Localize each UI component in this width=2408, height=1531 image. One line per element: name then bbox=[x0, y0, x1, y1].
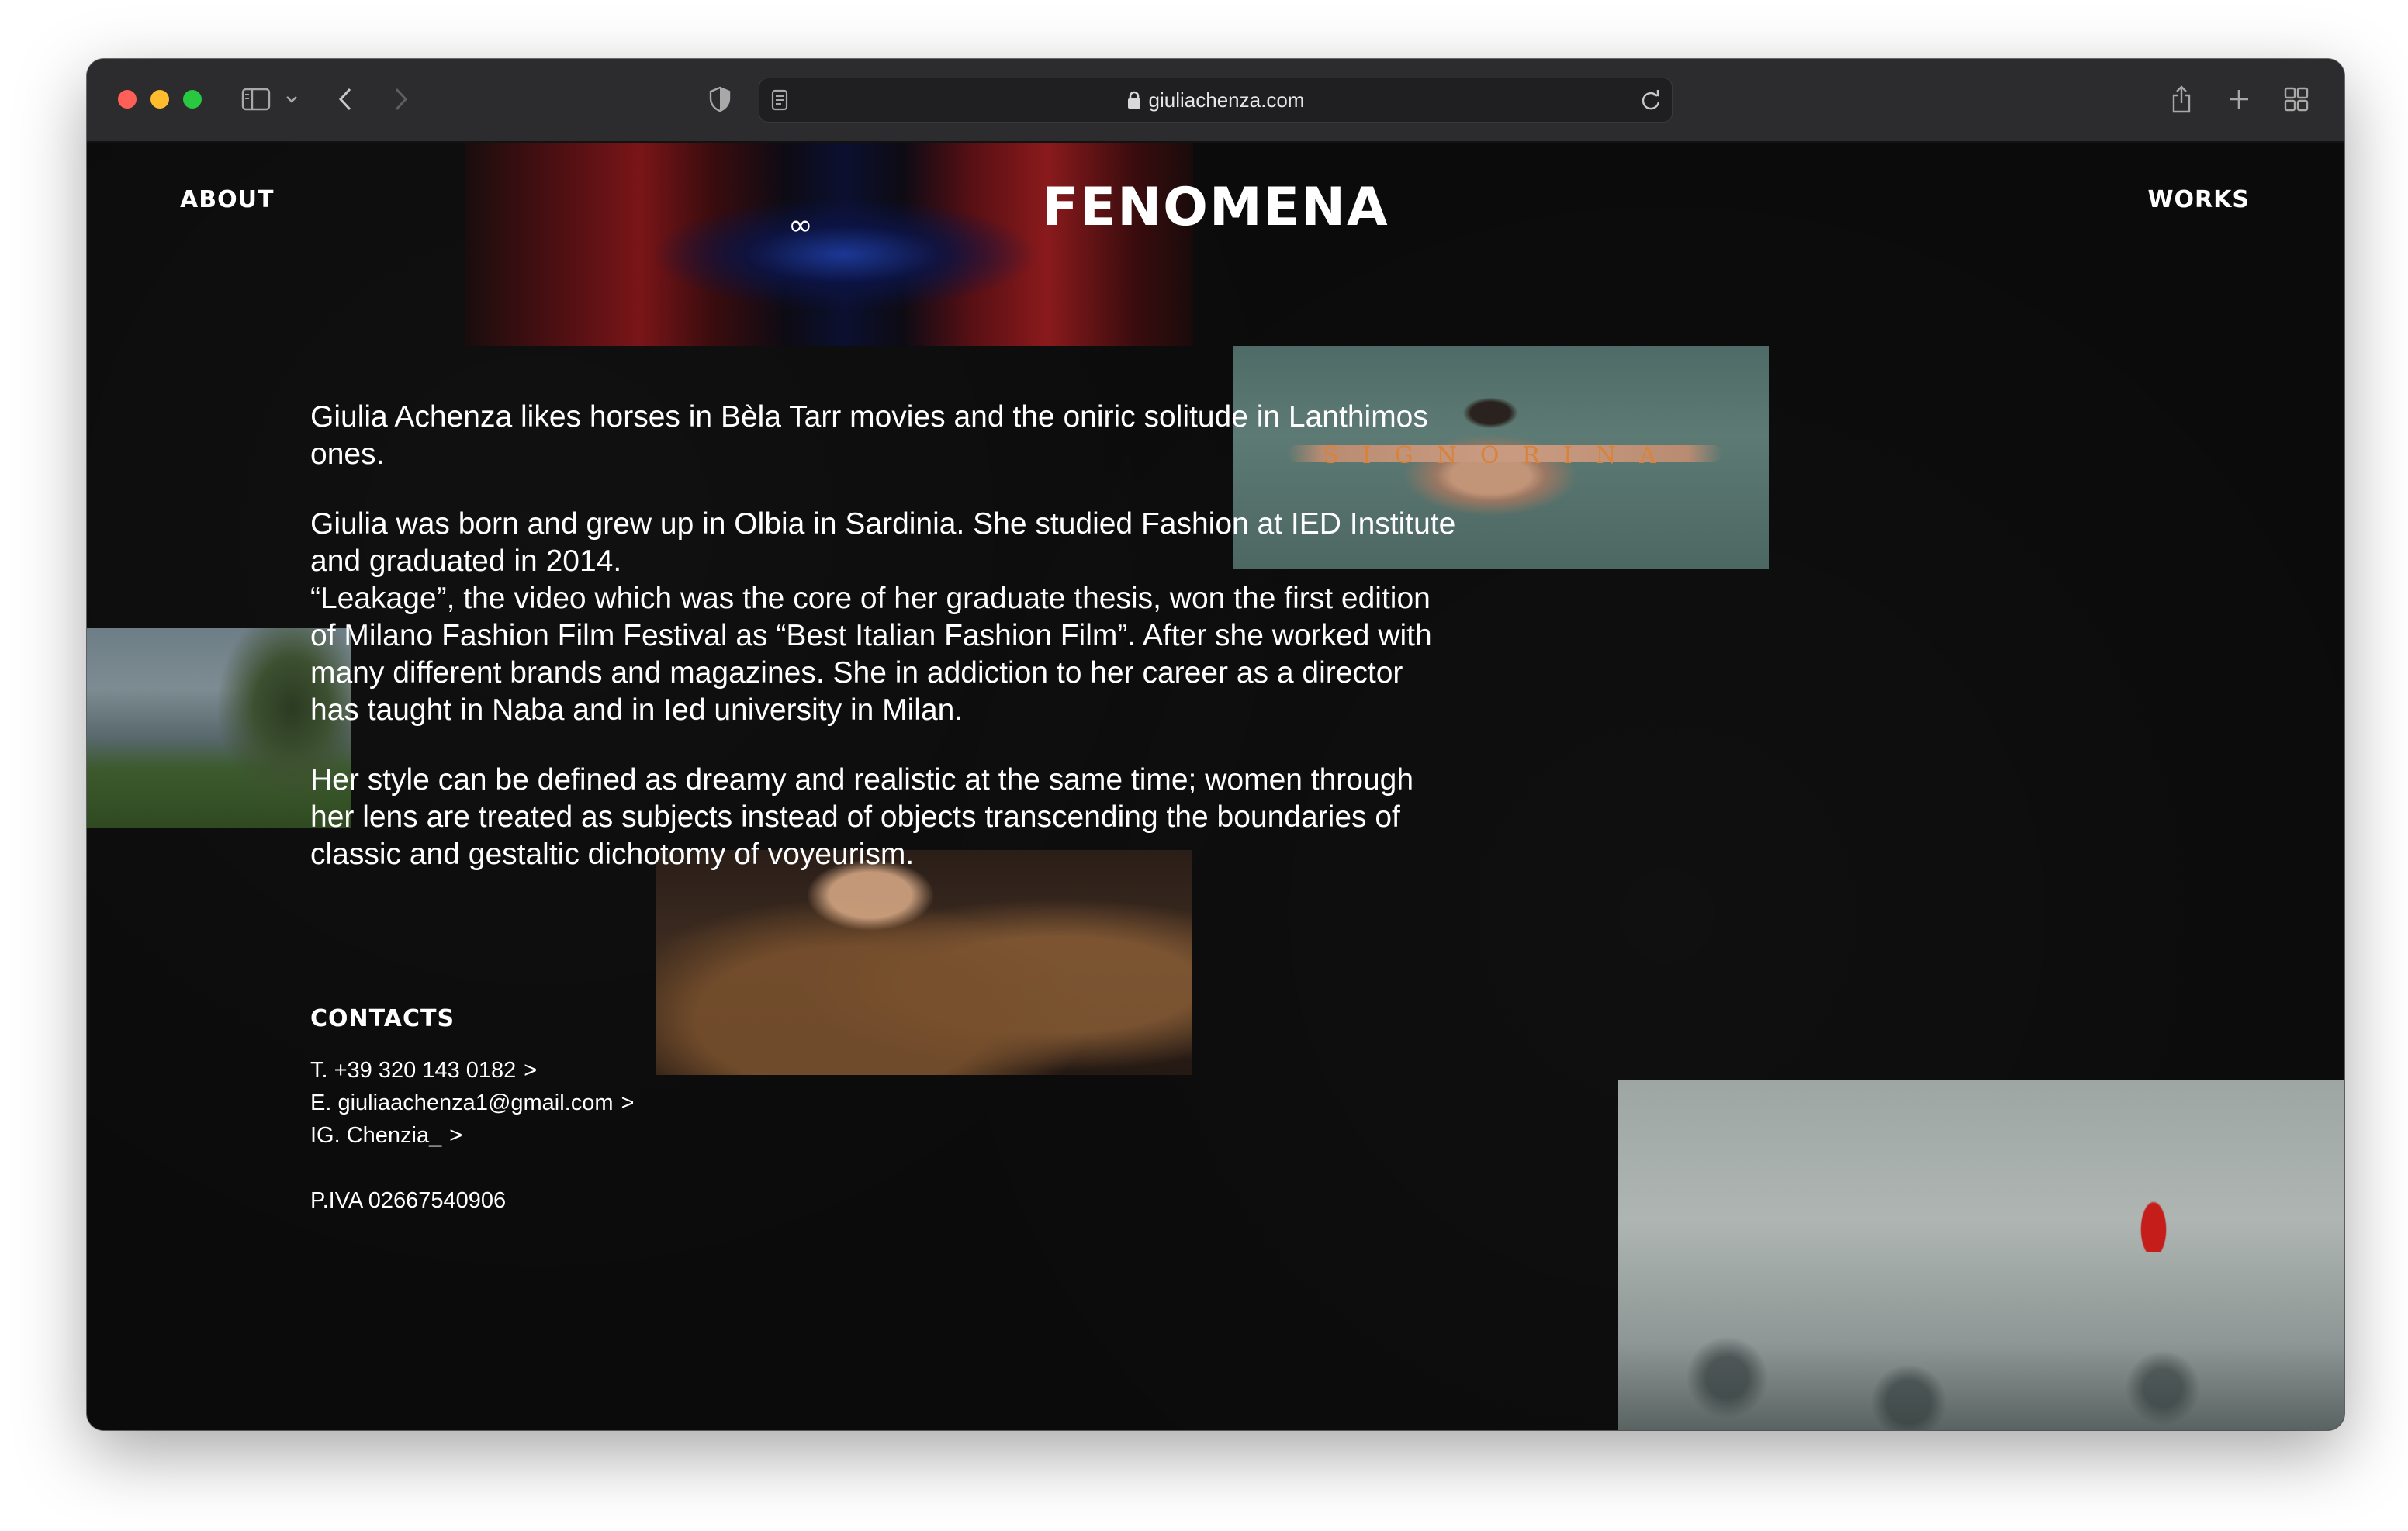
url-text: giuliachenza.com bbox=[1148, 88, 1305, 112]
chevron-right-icon: > bbox=[524, 1058, 538, 1083]
nav-works-link[interactable]: WORKS bbox=[2147, 186, 2250, 213]
curtain-photo bbox=[465, 143, 1193, 346]
privacy-shield-icon[interactable] bbox=[704, 82, 735, 116]
forward-arrow-icon[interactable] bbox=[389, 82, 413, 116]
tab-overview-icon[interactable] bbox=[2281, 82, 2312, 116]
browser-toolbar: giuliachenza.com bbox=[87, 59, 2344, 143]
sidebar-toggle-icon[interactable] bbox=[239, 82, 273, 116]
site-logo[interactable]: FENOMENA bbox=[87, 177, 2344, 238]
browser-window: giuliachenza.com SIGNORINA ABOUT FENOMEN… bbox=[87, 59, 2344, 1430]
back-arrow-icon[interactable] bbox=[334, 82, 357, 116]
bio-paragraph: Giulia Achenza likes horses in Bèla Tarr… bbox=[310, 400, 1428, 471]
zoom-window-button[interactable] bbox=[183, 90, 202, 109]
page-content: SIGNORINA ABOUT FENOMENA WORKS ∞ Giulia … bbox=[87, 143, 2344, 1430]
vat-number: P.IVA 02667540906 bbox=[310, 1188, 507, 1213]
new-tab-plus-icon[interactable] bbox=[2223, 82, 2254, 116]
email-link[interactable]: E. giuliaachenza1@gmail.com bbox=[310, 1090, 614, 1115]
contact-instagram[interactable]: IG. Chenzia_ > bbox=[310, 1123, 462, 1149]
bio-paragraph: “Leakage”, the video which was the core … bbox=[310, 582, 1432, 727]
chevron-right-icon: > bbox=[449, 1123, 463, 1148]
minimize-window-button[interactable] bbox=[150, 90, 169, 109]
photo-red-figure-shape bbox=[2138, 1196, 2169, 1252]
bio-text: Giulia Achenza likes horses in Bèla Tarr… bbox=[310, 399, 1458, 906]
lock-icon bbox=[1127, 91, 1140, 109]
instagram-link[interactable]: IG. Chenzia_ bbox=[310, 1123, 441, 1148]
chevron-right-icon: > bbox=[621, 1090, 635, 1115]
url-display: giuliachenza.com bbox=[759, 78, 1672, 122]
bio-paragraph: Giulia was born and grew up in Olbia in … bbox=[310, 507, 1456, 578]
contact-phone[interactable]: T. +39 320 143 0182 > bbox=[310, 1058, 537, 1083]
snow-field-photo bbox=[1618, 1080, 2344, 1430]
phone-link[interactable]: T. +39 320 143 0182 bbox=[310, 1058, 516, 1083]
reload-icon[interactable] bbox=[1639, 88, 1662, 116]
contacts-heading: CONTACTS bbox=[310, 1005, 455, 1032]
address-bar[interactable]: giuliachenza.com bbox=[759, 78, 1673, 123]
chevron-down-icon[interactable] bbox=[284, 82, 299, 116]
contact-email[interactable]: E. giuliaachenza1@gmail.com > bbox=[310, 1090, 634, 1116]
share-icon[interactable] bbox=[2166, 82, 2197, 116]
infinity-icon[interactable]: ∞ bbox=[788, 208, 813, 242]
close-window-button[interactable] bbox=[118, 90, 137, 109]
bio-paragraph: Her style can be defined as dreamy and r… bbox=[310, 763, 1414, 871]
